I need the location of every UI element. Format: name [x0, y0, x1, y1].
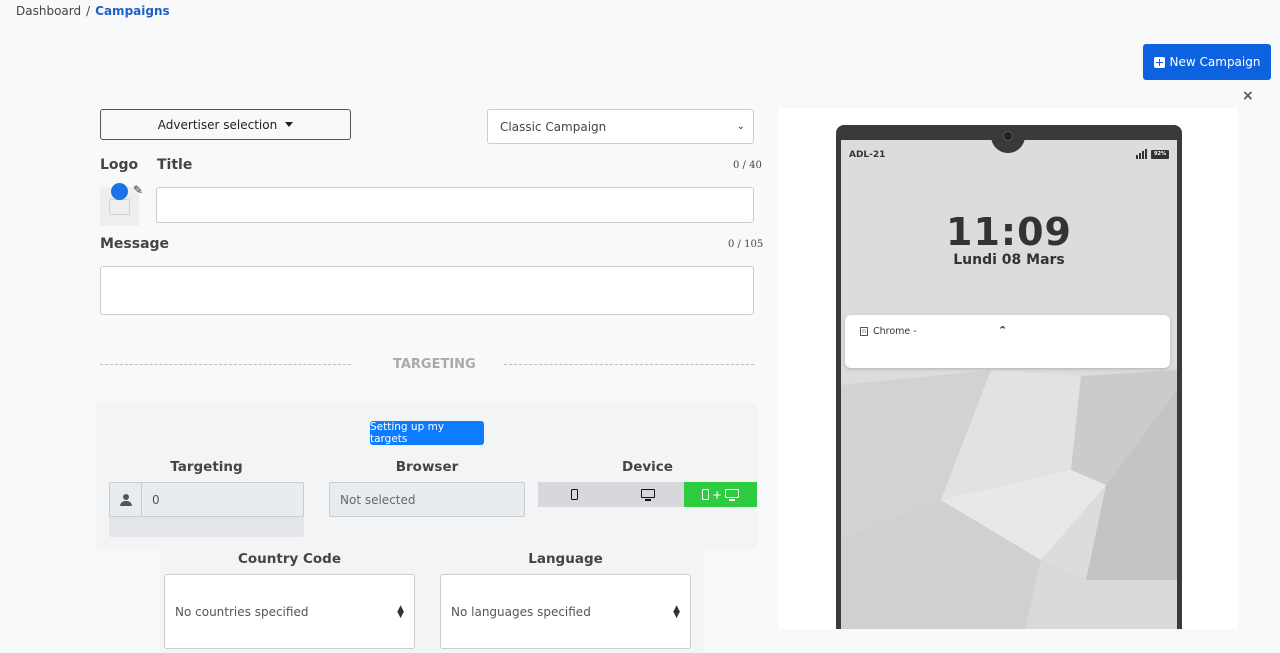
new-campaign-label: New Campaign [1169, 55, 1261, 69]
caret-down-icon [285, 122, 294, 127]
targeting-count-value: 0 [152, 492, 160, 507]
targeting-count-field[interactable]: 0 [109, 482, 304, 517]
language-value: No languages specified [451, 604, 591, 619]
device-mobile-button[interactable] [538, 482, 611, 507]
targeting-label: Targeting [170, 459, 243, 475]
user-icon [119, 493, 132, 506]
notification-card: n Chrome - ⌃ [845, 315, 1170, 368]
lock-date: Lundi 08 Mars [953, 252, 1065, 268]
browser-value: Not selected [340, 492, 416, 507]
country-select[interactable]: No countries specified ▲ ▼ [164, 574, 415, 649]
signal-icon [1136, 149, 1148, 159]
title-input[interactable] [156, 187, 754, 223]
title-label: Title [157, 157, 193, 173]
chrome-app-icon: n [860, 327, 868, 336]
device-label: Device [622, 459, 673, 475]
phone-screen: ADL-21 92% 11:09 Lundi 08 Mars n Chrome … [841, 140, 1177, 629]
desktop-icon [640, 488, 655, 501]
divider-right [504, 364, 754, 365]
breadcrumb-separator: / [86, 4, 91, 18]
message-counter: 0 / 105 [728, 239, 764, 250]
notification-preview: ADL-21 92% 11:09 Lundi 08 Mars n Chrome … [778, 108, 1238, 629]
country-value: No countries specified [175, 604, 309, 619]
user-icon-cell [110, 483, 142, 516]
advertiser-dropdown-button[interactable]: Advertiser selection [100, 109, 351, 140]
image-placeholder-icon [109, 199, 130, 215]
language-label: Language [528, 551, 603, 567]
device-toggle-group: + [538, 482, 757, 507]
mobile-icon [571, 489, 578, 500]
country-code-label: Country Code [237, 551, 342, 567]
setup-targets-button[interactable]: Setting up my targets [370, 421, 484, 445]
battery-icon: 92% [1151, 150, 1169, 159]
logo-label: Logo [100, 157, 139, 173]
language-select[interactable]: No languages specified ▲ ▼ [440, 574, 691, 649]
plus-square-icon [1153, 56, 1165, 68]
logo-status-dot [111, 183, 128, 200]
chevron-up-icon: ⌃ [998, 324, 1008, 337]
advertiser-label: Advertiser selection [157, 117, 278, 132]
device-plus-sign: + [711, 487, 723, 502]
sort-arrows-icon: ▲ ▼ [397, 604, 404, 620]
desktop-icon [725, 488, 740, 501]
camera-icon [1003, 131, 1013, 141]
phone-frame: ADL-21 92% 11:09 Lundi 08 Mars n Chrome … [836, 125, 1182, 629]
device-all-button[interactable]: + [684, 482, 757, 507]
browser-label: Browser [395, 459, 459, 475]
message-textarea[interactable] [100, 266, 754, 315]
breadcrumb-dashboard[interactable]: Dashboard [16, 4, 81, 18]
mobile-icon [701, 489, 709, 500]
campaign-type-value: Classic Campaign [500, 119, 607, 134]
chevron-down-icon: ⌄ [736, 121, 745, 132]
carrier-label: ADL-21 [849, 150, 886, 160]
breadcrumb: Dashboard / Campaigns [16, 4, 170, 18]
lock-time: 11:09 [946, 210, 1072, 254]
new-campaign-button[interactable]: New Campaign [1143, 44, 1271, 80]
title-counter: 0 / 40 [733, 160, 762, 171]
browser-select[interactable]: Not selected [329, 482, 525, 517]
campaign-type-select[interactable]: Classic Campaign ⌄ [487, 109, 754, 144]
message-label: Message [100, 236, 170, 252]
status-bar: 92% [1136, 149, 1169, 159]
notification-app-name: Chrome - [873, 326, 917, 337]
divider-left [100, 364, 351, 365]
pencil-icon[interactable]: ✎ [133, 183, 143, 197]
sort-arrows-icon: ▲ ▼ [673, 604, 680, 620]
breadcrumb-campaigns: Campaigns [95, 4, 170, 18]
targeting-section-title: TARGETING [393, 357, 476, 372]
device-desktop-button[interactable] [611, 482, 684, 507]
close-icon[interactable]: × [1242, 88, 1254, 104]
